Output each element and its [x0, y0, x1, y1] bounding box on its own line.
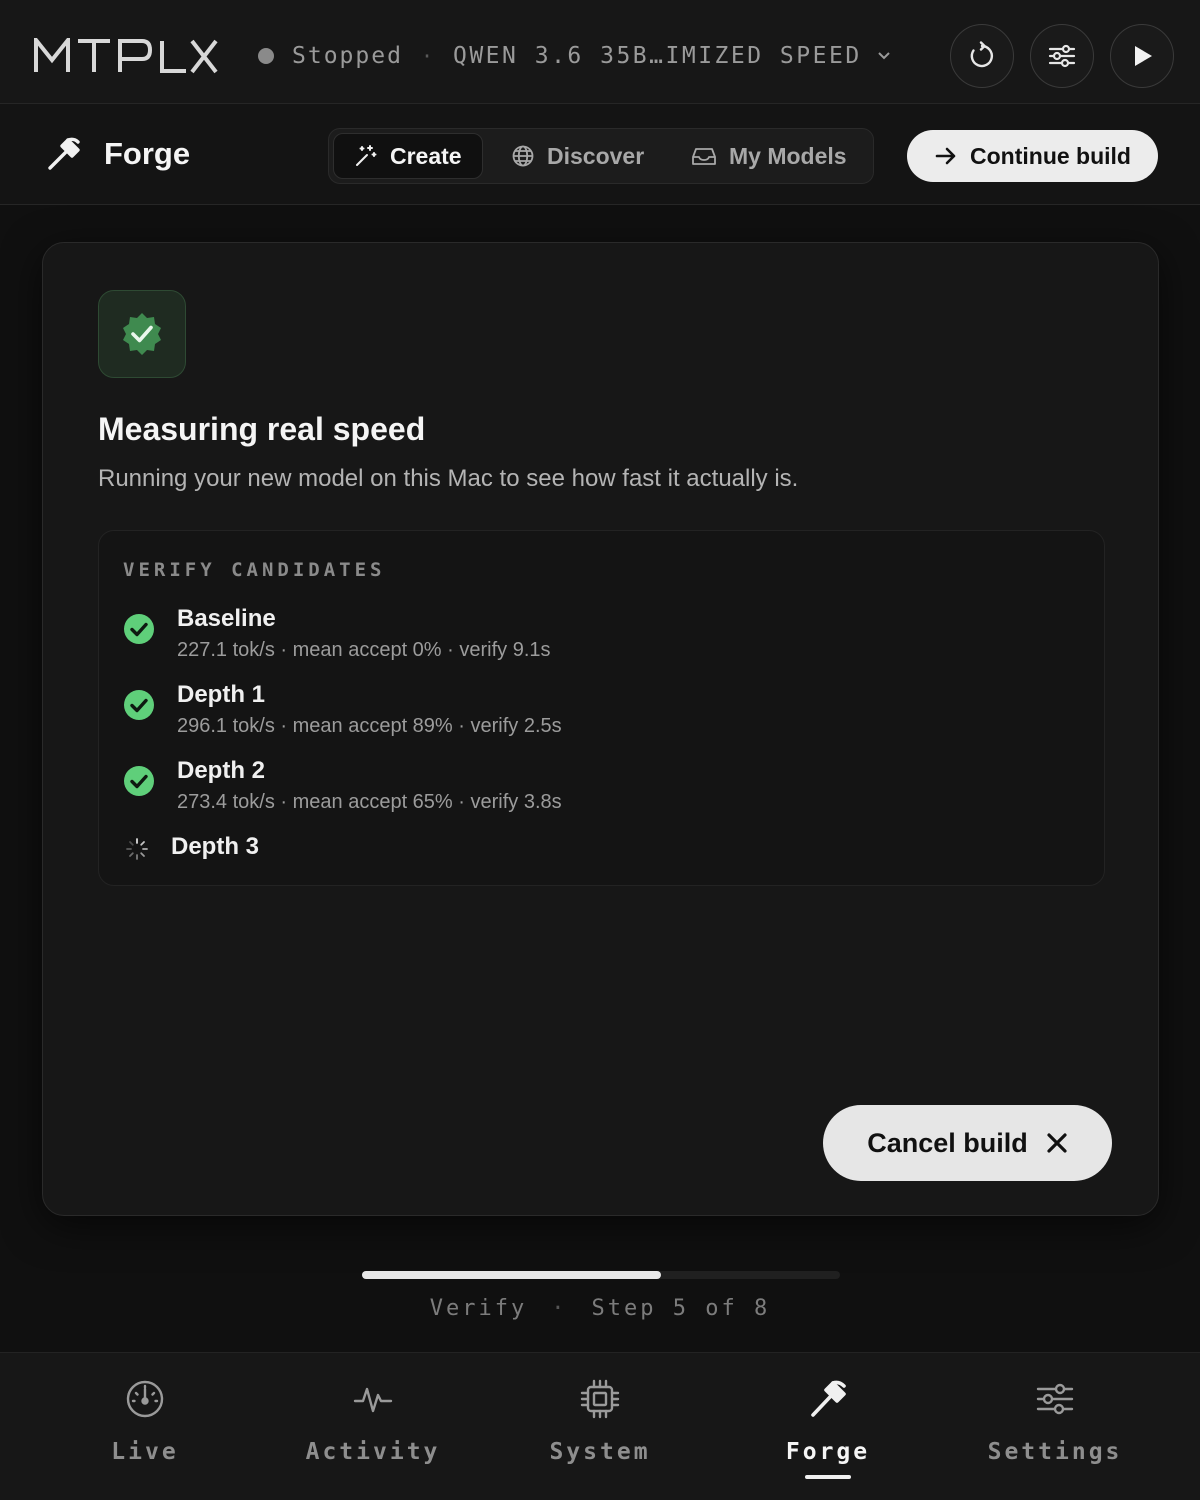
build-progress-bar [362, 1271, 840, 1279]
top-bar: Stopped · QWEN 3.6 35B…IMIZED SPEED [0, 0, 1200, 104]
build-progress-card: Measuring real speed Running your new mo… [42, 242, 1159, 1216]
build-step: Step 5 of 8 [591, 1296, 771, 1321]
model-selector[interactable]: QWEN 3.6 35B…IMIZED SPEED [453, 43, 892, 69]
step-separator: · [551, 1296, 568, 1321]
candidate-stats: 296.1 tok/s · mean accept 89% · verify 2… [177, 715, 562, 737]
card-title: Measuring real speed [98, 411, 426, 447]
server-status: Stopped · QWEN 3.6 35B…IMIZED SPEED [258, 40, 892, 72]
status-text: Stopped [292, 43, 403, 69]
build-phase: Verify [429, 1296, 528, 1321]
tab-create-label: Create [390, 142, 462, 169]
spinner-icon [126, 838, 148, 860]
verify-candidates-heading: VERIFY CANDIDATES [123, 559, 386, 581]
check-circle-icon [124, 690, 154, 720]
chevron-down-icon [877, 52, 890, 60]
nav-live[interactable]: Live [31, 1353, 259, 1500]
sliders-icon [1036, 1383, 1074, 1415]
pulse-icon [353, 1387, 393, 1413]
page-title-text: Forge [104, 136, 191, 171]
nav-system[interactable]: System [486, 1353, 714, 1500]
page-title: Forge [46, 136, 190, 172]
play-icon [1135, 46, 1152, 66]
arrow-right-icon [935, 147, 956, 165]
tab-discover[interactable]: Discover [491, 133, 664, 179]
model-name: QWEN 3.6 35B…IMIZED SPEED [452, 43, 862, 69]
candidate-name: Depth 3 [171, 833, 260, 860]
cancel-build-button[interactable]: Cancel build [823, 1105, 1112, 1181]
candidate-stats: 227.1 tok/s · mean accept 0% · verify 9.… [177, 639, 551, 661]
build-step-indicator: Verify · Step 5 of 8 [0, 1296, 1200, 1321]
status-dot [258, 48, 274, 64]
candidate-stats: 273.4 tok/s · mean accept 65% · verify 3… [177, 791, 562, 813]
nav-settings-label: Settings [987, 1439, 1123, 1465]
candidate-name: Baseline [177, 605, 276, 632]
continue-build-button[interactable]: Continue build [907, 130, 1158, 182]
play-button[interactable] [1110, 24, 1174, 88]
check-circle-icon [124, 766, 154, 796]
verified-badge [98, 290, 186, 378]
continue-build-label: Continue build [970, 142, 1131, 169]
forge-header: Forge Create Discover My Models Continue… [0, 104, 1200, 205]
nav-settings[interactable]: Settings [941, 1353, 1169, 1500]
tab-create[interactable]: Create [333, 133, 483, 179]
verified-seal-icon [123, 313, 161, 355]
candidate-name: Depth 2 [177, 757, 266, 784]
nav-forge-label: Forge [785, 1439, 871, 1465]
mtplx-logo [34, 38, 218, 74]
bottom-navigation: Live Activity System Forge Settings [0, 1352, 1200, 1500]
sparkle-wand-icon [356, 145, 377, 166]
check-circle-icon [124, 614, 154, 644]
globe-icon [512, 145, 534, 167]
build-progress-fill [362, 1271, 661, 1279]
close-icon [1047, 1133, 1067, 1153]
settings-sliders-button[interactable] [1030, 24, 1094, 88]
cancel-build-label: Cancel build [867, 1127, 1028, 1158]
hammer-icon [811, 1380, 846, 1417]
nav-active-indicator [805, 1475, 851, 1479]
forge-mode-tabs: Create Discover My Models [328, 128, 874, 184]
gauge-icon [126, 1380, 164, 1418]
nav-live-label: Live [111, 1439, 179, 1465]
candidate-name: Depth 1 [177, 681, 266, 708]
refresh-button[interactable] [950, 24, 1014, 88]
nav-forge[interactable]: Forge [714, 1353, 942, 1500]
card-subtitle: Running your new model on this Mac to se… [98, 465, 799, 492]
tab-discover-label: Discover [547, 142, 645, 169]
nav-activity[interactable]: Activity [259, 1353, 487, 1500]
tab-my-models-label: My Models [729, 142, 847, 169]
hammer-icon [48, 137, 80, 170]
chip-icon [580, 1379, 620, 1419]
tab-my-models[interactable]: My Models [671, 133, 867, 179]
status-separator: · [420, 44, 435, 68]
nav-activity-label: Activity [305, 1439, 441, 1465]
refresh-icon [970, 41, 994, 68]
nav-system-label: System [549, 1439, 651, 1465]
verify-candidates-panel: VERIFY CANDIDATES Baseline 227.1 tok/s ·… [98, 530, 1105, 886]
inbox-icon [692, 148, 716, 165]
sliders-icon [1048, 44, 1076, 68]
